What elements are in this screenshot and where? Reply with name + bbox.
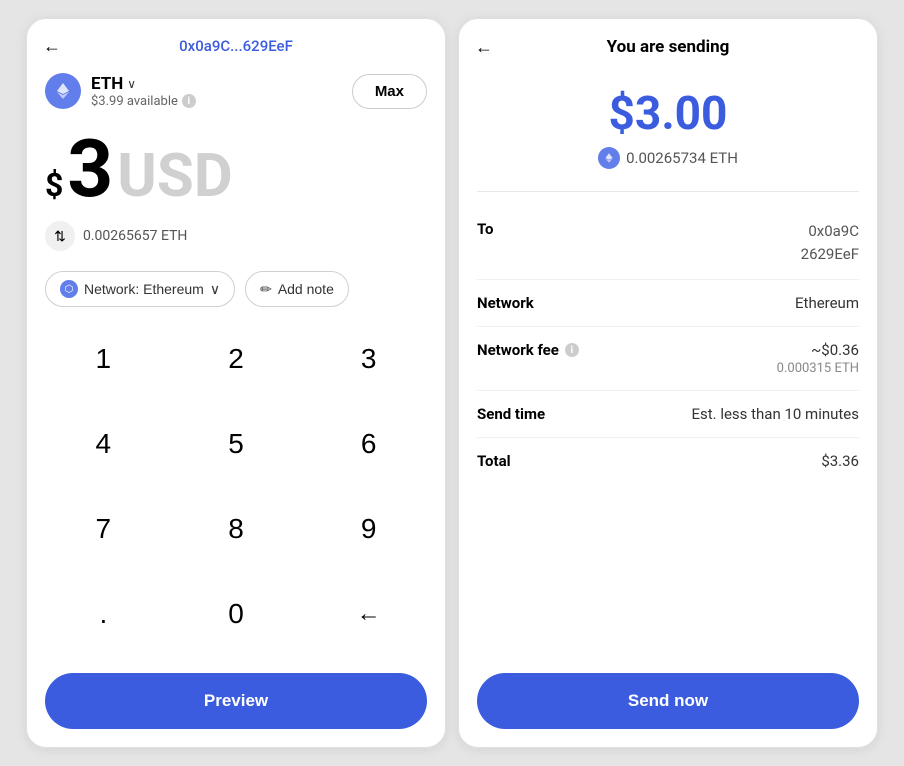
wallet-address[interactable]: 0x0a9C...629EeF — [179, 37, 293, 55]
fee-row: Network fee i ~$0.36 0.000315 ETH — [477, 327, 859, 391]
total-row: Total $3.36 — [477, 438, 859, 484]
pencil-icon: ✏ — [260, 281, 272, 298]
confirm-title: You are sending — [607, 37, 730, 57]
token-available: $3.99 available i — [91, 94, 196, 109]
numpad-4[interactable]: 4 — [37, 408, 170, 480]
swap-currency-button[interactable]: ⇅ — [45, 221, 75, 251]
fee-info-icon[interactable]: i — [565, 343, 579, 357]
confirm-screen: ← You are sending $3.00 0.00265734 ETH T… — [458, 18, 878, 748]
numpad-6[interactable]: 6 — [302, 408, 435, 480]
network-detail-label: Network — [477, 294, 534, 312]
currency-label: USD — [117, 146, 233, 206]
eth-icon — [45, 73, 81, 109]
fee-label: Network fee i — [477, 341, 579, 359]
numpad-5[interactable]: 5 — [170, 408, 303, 480]
sending-eth-amount: 0.00265734 ETH — [626, 149, 738, 167]
network-label: Network: Ethereum — [84, 281, 204, 297]
network-chevron-icon: ∨ — [210, 281, 220, 298]
sending-usd-amount: $3.00 — [477, 87, 859, 141]
preview-button[interactable]: Preview — [45, 673, 427, 729]
send-time-label: Send time — [477, 405, 545, 423]
to-address-line1: 0x0a9C — [808, 220, 859, 243]
numpad-3[interactable]: 3 — [302, 323, 435, 395]
left-header: ← 0x0a9C...629EeF — [27, 19, 445, 67]
token-name: ETH — [91, 74, 123, 94]
sending-eth-row: 0.00265734 ETH — [477, 147, 859, 169]
max-button[interactable]: Max — [352, 74, 427, 109]
dollar-sign: $ — [45, 166, 63, 204]
numpad-9[interactable]: 9 — [302, 493, 435, 565]
right-header: ← You are sending — [459, 19, 877, 71]
token-name-row[interactable]: ETH ∨ — [91, 74, 196, 94]
network-eth-icon: ⬡ — [60, 280, 78, 298]
numpad-backspace[interactable]: ← — [302, 578, 435, 650]
swap-icon: ⇅ — [54, 228, 66, 245]
token-details: ETH ∨ $3.99 available i — [91, 74, 196, 109]
back-button-right[interactable]: ← — [475, 37, 493, 58]
send-time-row: Send time Est. less than 10 minutes — [477, 391, 859, 438]
fee-usd-value: ~$0.36 — [811, 341, 859, 359]
amount-display: $ 3 USD — [27, 119, 445, 213]
options-row: ⬡ Network: Ethereum ∨ ✏ Add note — [27, 263, 445, 323]
network-button[interactable]: ⬡ Network: Ethereum ∨ — [45, 271, 235, 307]
eth-equivalent-text: 0.00265657 ETH — [83, 228, 187, 244]
to-label: To — [477, 220, 494, 238]
numpad-1[interactable]: 1 — [37, 323, 170, 395]
numpad-0[interactable]: 0 — [170, 578, 303, 650]
to-row: To 0x0a9C 2629EeF — [477, 206, 859, 280]
token-chevron-icon: ∨ — [127, 77, 136, 91]
fee-value-block: ~$0.36 0.000315 ETH — [777, 341, 859, 376]
add-note-button[interactable]: ✏ Add note — [245, 271, 349, 307]
sending-amount-section: $3.00 0.00265734 ETH — [459, 71, 877, 177]
send-time-value: Est. less than 10 minutes — [691, 405, 859, 423]
total-label: Total — [477, 452, 511, 470]
back-button-left[interactable]: ← — [43, 36, 61, 57]
send-now-button[interactable]: Send now — [477, 673, 859, 729]
token-row: ETH ∨ $3.99 available i Max — [27, 67, 445, 119]
network-detail-value: Ethereum — [795, 294, 859, 312]
numpad-8[interactable]: 8 — [170, 493, 303, 565]
numpad: 1 2 3 4 5 6 7 8 9 . 0 ← — [27, 323, 445, 663]
transaction-details: To 0x0a9C 2629EeF Network Ethereum Netwo… — [459, 206, 877, 663]
numpad-dot[interactable]: . — [37, 578, 170, 650]
to-address-line2: 2629EeF — [801, 243, 859, 266]
info-icon[interactable]: i — [182, 94, 196, 108]
total-value: $3.36 — [821, 452, 859, 470]
numpad-7[interactable]: 7 — [37, 493, 170, 565]
eth-equivalent-row: ⇅ 0.00265657 ETH — [27, 213, 445, 263]
token-info: ETH ∨ $3.99 available i — [45, 73, 196, 109]
numpad-2[interactable]: 2 — [170, 323, 303, 395]
to-address-block: 0x0a9C 2629EeF — [801, 220, 859, 265]
network-row: Network Ethereum — [477, 280, 859, 327]
sending-eth-icon — [598, 147, 620, 169]
divider-1 — [477, 191, 859, 192]
send-screen: ← 0x0a9C...629EeF ETH ∨ $3.99 av — [26, 18, 446, 748]
add-note-label: Add note — [278, 281, 334, 297]
amount-value: 3 — [67, 129, 113, 209]
fee-eth-value: 0.000315 ETH — [777, 361, 859, 376]
backspace-icon: ← — [357, 600, 381, 628]
